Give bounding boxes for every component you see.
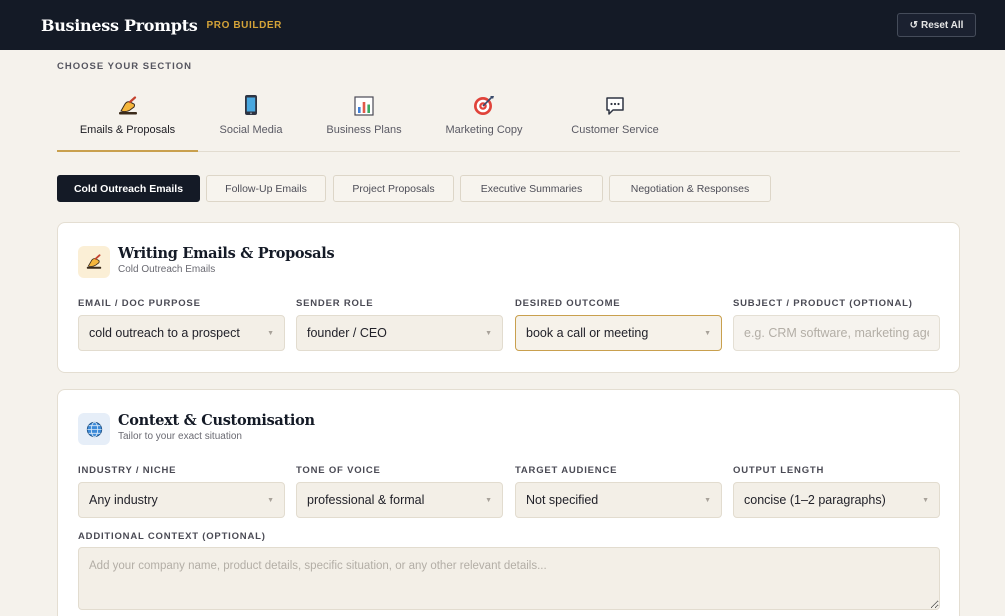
writing-emails-card: Writing Emails & Proposals Cold Outreach… bbox=[57, 222, 960, 373]
select-value: book a call or meeting bbox=[526, 326, 649, 340]
card-title: Writing Emails & Proposals bbox=[118, 245, 335, 262]
select-value: founder / CEO bbox=[307, 326, 387, 340]
chevron-down-icon: ▼ bbox=[267, 329, 274, 337]
select-value: professional & formal bbox=[307, 493, 425, 507]
sender-role-select[interactable]: founder / CEO ▼ bbox=[296, 315, 503, 351]
globe-icon bbox=[78, 413, 110, 445]
context-customisation-card: Context & Customisation Tailor to your e… bbox=[57, 389, 960, 616]
select-value: cold outreach to a prospect bbox=[89, 326, 240, 340]
chevron-down-icon: ▼ bbox=[485, 496, 492, 504]
industry-niche-label: INDUSTRY / NICHE bbox=[78, 465, 177, 476]
desired-outcome-select[interactable]: book a call or meeting ▼ bbox=[515, 315, 722, 351]
mobile-phone-icon bbox=[244, 92, 258, 116]
chevron-down-icon: ▼ bbox=[922, 496, 929, 504]
target-audience-label: TARGET AUDIENCE bbox=[515, 465, 618, 476]
subtab-executive-summaries[interactable]: Executive Summaries bbox=[460, 175, 603, 202]
tone-of-voice-select[interactable]: professional & formal ▼ bbox=[296, 482, 503, 518]
select-value: concise (1–2 paragraphs) bbox=[744, 493, 886, 507]
chevron-down-icon: ▼ bbox=[704, 496, 711, 504]
subtab-negotiation-responses[interactable]: Negotiation & Responses bbox=[609, 175, 771, 202]
subject-product-label: SUBJECT / PRODUCT (OPTIONAL) bbox=[733, 298, 913, 309]
chevron-down-icon: ▼ bbox=[267, 496, 274, 504]
output-length-label: OUTPUT LENGTH bbox=[733, 465, 825, 476]
reset-all-label: Reset All bbox=[920, 19, 964, 31]
chevron-down-icon: ▼ bbox=[704, 329, 711, 337]
subtab-cold-outreach-emails[interactable]: Cold Outreach Emails bbox=[57, 175, 200, 202]
tab-social-media[interactable]: Social Media bbox=[211, 92, 291, 151]
tab-customer-service[interactable]: Customer Service bbox=[563, 92, 667, 151]
tab-business-plans[interactable]: Business Plans bbox=[319, 92, 409, 151]
sender-role-label: SENDER ROLE bbox=[296, 298, 374, 309]
tab-emails-proposals[interactable]: Emails & Proposals bbox=[57, 92, 198, 152]
pro-builder-badge: PRO BUILDER bbox=[206, 19, 282, 31]
additional-context-textarea[interactable] bbox=[78, 547, 940, 610]
tone-of-voice-label: TONE OF VOICE bbox=[296, 465, 381, 476]
tab-label: Customer Service bbox=[571, 124, 659, 136]
writing-hand-icon bbox=[117, 92, 139, 116]
tab-label: Marketing Copy bbox=[445, 124, 523, 136]
card-header: Context & Customisation Tailor to your e… bbox=[78, 412, 315, 445]
section-label: CHOOSE YOUR SECTION bbox=[57, 61, 192, 72]
email-purpose-select[interactable]: cold outreach to a prospect ▼ bbox=[78, 315, 285, 351]
tab-label: Business Plans bbox=[326, 124, 402, 136]
target-icon bbox=[473, 92, 495, 116]
tab-marketing-copy[interactable]: Marketing Copy bbox=[439, 92, 529, 151]
card-subtitle: Tailor to your exact situation bbox=[118, 431, 242, 442]
industry-niche-select[interactable]: Any industry ▼ bbox=[78, 482, 285, 518]
subtab-project-proposals[interactable]: Project Proposals bbox=[333, 175, 454, 202]
card-header: Writing Emails & Proposals Cold Outreach… bbox=[78, 245, 335, 278]
chevron-down-icon: ▼ bbox=[485, 329, 492, 337]
output-length-select[interactable]: concise (1–2 paragraphs) ▼ bbox=[733, 482, 940, 518]
brand-title: Business Prompts bbox=[41, 15, 198, 35]
tab-label: Social Media bbox=[219, 124, 283, 136]
desired-outcome-label: DESIRED OUTCOME bbox=[515, 298, 621, 309]
select-value: Not specified bbox=[526, 493, 599, 507]
subject-product-input[interactable] bbox=[733, 315, 940, 351]
speech-bubble-icon bbox=[605, 92, 625, 116]
subtab-follow-up-emails[interactable]: Follow-Up Emails bbox=[206, 175, 326, 202]
top-bar: Business Prompts PRO BUILDER ↺ Reset All bbox=[0, 0, 1005, 50]
reset-all-button[interactable]: ↺ Reset All bbox=[897, 13, 976, 37]
category-tabs: Emails & Proposals Social Media Business… bbox=[57, 92, 960, 152]
reset-icon: ↺ bbox=[909, 19, 918, 31]
writing-hand-icon bbox=[78, 246, 110, 278]
tab-label: Emails & Proposals bbox=[79, 124, 176, 136]
card-subtitle: Cold Outreach Emails bbox=[118, 264, 216, 275]
bar-chart-icon bbox=[354, 92, 374, 116]
email-purpose-label: EMAIL / DOC PURPOSE bbox=[78, 298, 201, 309]
target-audience-select[interactable]: Not specified ▼ bbox=[515, 482, 722, 518]
card-title: Context & Customisation bbox=[118, 412, 315, 429]
select-value: Any industry bbox=[89, 493, 158, 507]
additional-context-label: ADDITIONAL CONTEXT (OPTIONAL) bbox=[78, 531, 266, 542]
